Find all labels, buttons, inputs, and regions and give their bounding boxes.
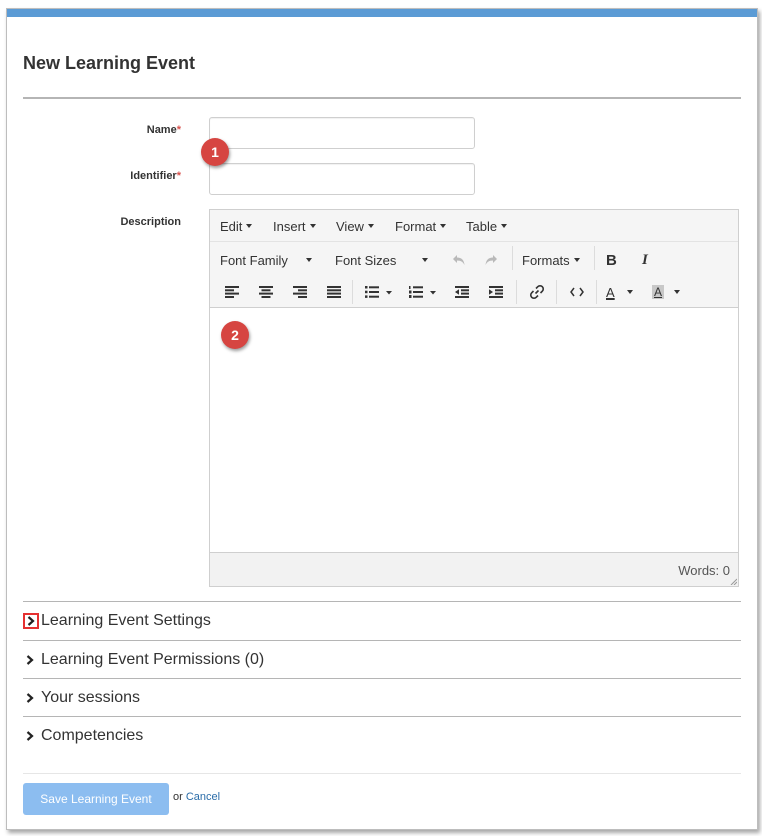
identifier-label: Identifier*: [41, 170, 181, 182]
bold-button[interactable]: B: [606, 246, 617, 274]
chevron-down-icon: [440, 224, 447, 228]
align-center-icon[interactable]: [254, 280, 278, 304]
footer-divider: [23, 773, 741, 774]
font-family-label: Font Family: [220, 252, 288, 268]
menu-table[interactable]: Table: [466, 212, 508, 240]
chevron-down-icon: [305, 258, 312, 262]
italic-button[interactable]: I: [642, 246, 648, 274]
editor-toolbar-row-2: A A: [210, 276, 738, 308]
font-sizes-select[interactable]: Font Sizes: [335, 246, 429, 274]
identifier-input[interactable]: [209, 163, 475, 195]
section-divider: [23, 678, 741, 679]
editor-menubar: Edit Insert View Format Table: [210, 210, 738, 242]
numbered-list-icon[interactable]: [404, 280, 442, 304]
outdent-icon[interactable]: [450, 280, 474, 304]
section-learning-event-settings[interactable]: Learning Event Settings: [23, 610, 211, 632]
section-label: Learning Event Permissions (0): [41, 651, 265, 668]
indent-icon[interactable]: [484, 280, 508, 304]
resize-handle-icon[interactable]: [729, 577, 737, 585]
chevron-down-icon: [501, 224, 508, 228]
editor-toolbar-row-1: Font Family Font Sizes Formats B I: [210, 242, 738, 276]
menu-insert[interactable]: Insert: [273, 212, 316, 240]
bg-color-glyph: A: [652, 285, 665, 299]
dialog-frame: New Learning Event Name* Identifier* 1 D…: [6, 8, 758, 830]
identifier-label-text: Identifier: [130, 170, 177, 182]
page-title: New Learning Event: [23, 53, 196, 73]
menu-edit-label: Edit: [220, 218, 243, 234]
editor-content-area[interactable]: [210, 308, 738, 552]
name-input[interactable]: [209, 117, 475, 149]
section-learning-event-permissions[interactable]: Learning Event Permissions (0): [23, 649, 264, 671]
bullet-list-icon[interactable]: [360, 280, 398, 304]
section-competencies[interactable]: Competencies: [23, 725, 143, 747]
menu-edit[interactable]: Edit: [220, 212, 253, 240]
or-text: or: [173, 791, 186, 803]
chevron-down-icon: [246, 224, 253, 228]
align-justify-icon[interactable]: [322, 280, 346, 304]
callout-marker-1: 1: [201, 138, 229, 166]
section-label: Competencies: [41, 727, 144, 744]
background-color-icon[interactable]: A: [652, 278, 681, 306]
description-label: Description: [120, 216, 181, 228]
redo-icon[interactable]: [480, 248, 502, 272]
chevron-down-icon: [309, 224, 316, 228]
menu-format-label: Format: [395, 218, 437, 234]
menu-view-label: View: [336, 218, 364, 234]
description-editor: Edit Insert View Format Table Font Famil…: [209, 209, 739, 587]
chevron-down-icon: [573, 258, 580, 262]
align-right-icon[interactable]: [288, 280, 312, 304]
chevron-down-icon: [674, 290, 681, 294]
toolbar-separator: [556, 280, 557, 304]
save-learning-event-button[interactable]: Save Learning Event: [23, 783, 169, 815]
chevron-right-icon: [23, 653, 37, 667]
chevron-down-icon: [367, 224, 374, 228]
toolbar-separator: [512, 246, 513, 270]
toolbar-separator: [516, 280, 517, 304]
text-color-glyph: A: [606, 284, 615, 300]
code-icon[interactable]: [564, 280, 590, 304]
section-label: Learning Event Settings: [41, 612, 211, 629]
chevron-right-icon: [23, 691, 37, 705]
name-label: Name*: [41, 124, 181, 136]
section-divider: [23, 716, 741, 717]
section-your-sessions[interactable]: Your sessions: [23, 687, 140, 709]
formats-select[interactable]: Formats: [522, 246, 580, 274]
chevron-down-icon: [626, 290, 633, 294]
menu-view[interactable]: View: [336, 212, 374, 240]
font-family-select[interactable]: Font Family: [220, 246, 312, 274]
section-label: Your sessions: [41, 689, 141, 706]
font-sizes-label: Font Sizes: [335, 252, 397, 268]
chevron-right-icon: [23, 613, 39, 629]
title-divider: [23, 97, 741, 99]
word-count: Words: 0: [678, 563, 730, 578]
menu-format[interactable]: Format: [395, 212, 447, 240]
top-accent-bar: [7, 9, 757, 17]
callout-marker-2: 2: [221, 321, 249, 349]
undo-icon[interactable]: [448, 248, 470, 272]
required-mark: *: [176, 124, 181, 136]
menu-table-label: Table: [466, 218, 498, 234]
align-left-icon[interactable]: [220, 280, 244, 304]
required-mark: *: [176, 170, 181, 182]
cancel-link[interactable]: Cancel: [186, 791, 220, 803]
toolbar-separator: [594, 246, 595, 270]
menu-insert-label: Insert: [273, 218, 306, 234]
section-divider: [23, 601, 741, 602]
chevron-down-icon: [422, 258, 429, 262]
formats-label: Formats: [522, 252, 570, 268]
chevron-right-icon: [23, 729, 37, 743]
link-icon[interactable]: [524, 280, 550, 304]
editor-statusbar: Words: 0: [210, 552, 738, 586]
toolbar-separator: [352, 280, 353, 304]
text-color-icon[interactable]: A: [604, 278, 633, 306]
name-label-text: Name: [146, 124, 177, 136]
toolbar-separator: [596, 280, 597, 304]
footer-actions: or Cancel: [173, 791, 220, 803]
section-divider: [23, 640, 741, 641]
